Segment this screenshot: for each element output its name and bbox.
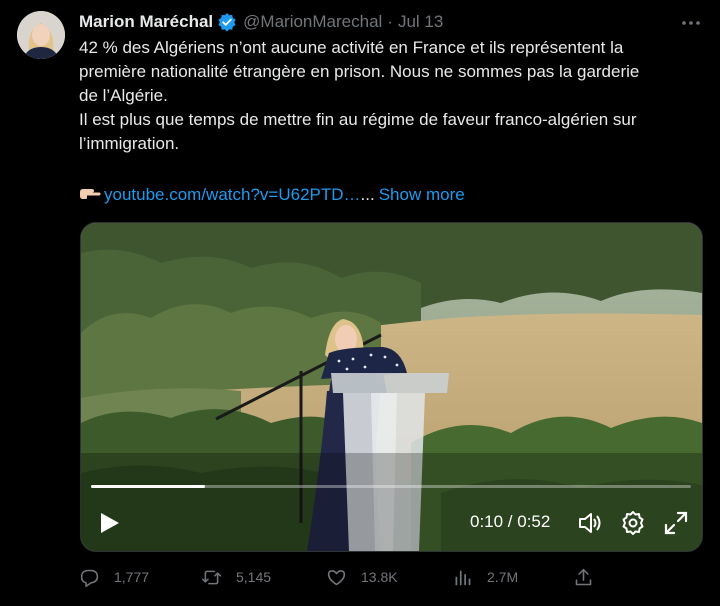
share-icon bbox=[575, 568, 592, 585]
video-frame bbox=[81, 223, 702, 551]
avatar[interactable] bbox=[17, 11, 65, 59]
repost-count: 5,145 bbox=[236, 569, 272, 585]
link-line: youtube.com/watch?v=U62PTD… ... Show mor… bbox=[79, 183, 465, 207]
video-time: 0:10 / 0:52 bbox=[470, 512, 551, 531]
youtube-link[interactable]: youtube.com/watch?v=U62PTD… bbox=[104, 183, 361, 207]
views-icon bbox=[455, 570, 471, 585]
video-progress-bar[interactable] bbox=[91, 485, 691, 488]
tweet[interactable]: Marion Maréchal @MarionMarechal · Jul 13… bbox=[0, 0, 720, 606]
tweet-date[interactable]: Jul 13 bbox=[398, 12, 443, 32]
reply-icon bbox=[80, 569, 99, 587]
link-ellipsis: ... bbox=[360, 185, 375, 204]
like-icon bbox=[327, 569, 346, 585]
reply-count: 1,777 bbox=[114, 569, 150, 585]
repost-icon bbox=[201, 570, 222, 584]
settings-icon[interactable] bbox=[620, 510, 646, 536]
tweet-actions: 1,777 5,145 13.8K 2.7M bbox=[79, 562, 699, 592]
author-name[interactable]: Marion Maréchal bbox=[79, 12, 213, 32]
video-player[interactable]: 0:10 / 0:52 bbox=[80, 222, 703, 552]
tweet-text-line: Il est plus que temps de mettre fin au r… bbox=[79, 110, 637, 129]
video-progress-fill bbox=[91, 485, 205, 488]
tweet-text-line: 42 % des Algériens n’ont aucune activité… bbox=[79, 38, 624, 57]
like-count: 13.8K bbox=[361, 569, 398, 585]
tweet-header: Marion Maréchal @MarionMarechal · Jul 13 bbox=[79, 10, 443, 34]
tweet-text: 42 % des Algériens n’ont aucune activité… bbox=[79, 36, 699, 156]
share-button[interactable] bbox=[573, 562, 608, 592]
play-icon[interactable] bbox=[95, 509, 123, 537]
views-count: 2.7M bbox=[487, 569, 519, 585]
tweet-text-line: première nationalité étrangère en prison… bbox=[79, 62, 640, 81]
pointing-hand-icon bbox=[79, 183, 101, 207]
separator-dot: · bbox=[387, 12, 393, 31]
reply-button[interactable]: 1,777 bbox=[79, 562, 149, 592]
like-button[interactable]: 13.8K bbox=[326, 562, 398, 592]
more-icon[interactable] bbox=[680, 12, 702, 34]
views-button[interactable]: 2.7M bbox=[452, 562, 518, 592]
tweet-text-line: l’immigration. bbox=[79, 134, 180, 153]
volume-icon[interactable] bbox=[577, 510, 603, 536]
show-more-link[interactable]: Show more bbox=[379, 183, 465, 207]
author-handle[interactable]: @MarionMarechal bbox=[243, 12, 382, 32]
verified-badge-icon bbox=[217, 12, 237, 32]
repost-button[interactable]: 5,145 bbox=[201, 562, 271, 592]
tweet-text-line: de l’Algérie. bbox=[79, 86, 168, 105]
fullscreen-icon[interactable] bbox=[663, 510, 689, 536]
